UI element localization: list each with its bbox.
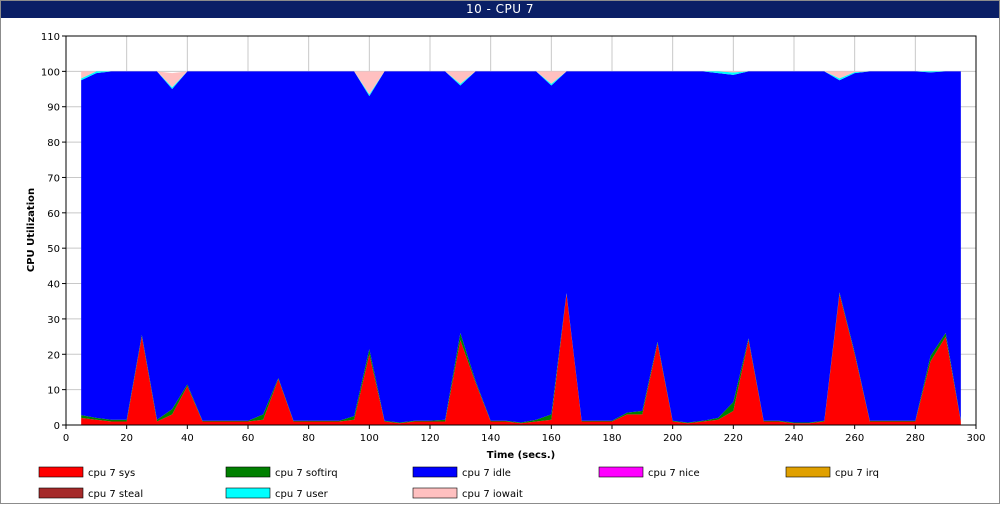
x-tick-label-120: 120 [420,433,439,444]
x-tick-label-260: 260 [845,433,864,444]
legend-label: cpu 7 idle [462,468,511,479]
legend-item-cpu-7-softirq: cpu 7 softirq [225,466,338,479]
y-tick-label-40: 40 [47,280,60,291]
legend-item-cpu-7-idle: cpu 7 idle [412,466,511,479]
chart-area: 0 20 40 60 80 100 120 140 160 180 200 220 240 260 280 3… [1,19,999,503]
legend-swatch [225,466,271,478]
y-tick-label-70: 70 [47,173,60,184]
y-tick-label-0: 0 [54,421,60,432]
y-tick-label-90: 90 [47,103,60,114]
chart-window: 10 - CPU 7 0 20 40 60 80 100 120 140 160 180 200 22… [0,0,1000,504]
legend-item-cpu-7-user: cpu 7 user [225,487,329,500]
x-tick-label-240: 240 [784,433,803,444]
x-tick-label-300: 300 [966,433,985,444]
legend-label: cpu 7 sys [88,468,135,479]
legend-label: cpu 7 irq [835,468,879,479]
legend-swatch [225,487,271,499]
legend-swatch [412,487,458,499]
y-tick-label-60: 60 [47,209,60,220]
area-layer [81,71,961,425]
area-cpu-7-idle [81,71,961,423]
y-tick-label-110: 110 [41,32,60,43]
x-axis-label: Time (secs.) [487,450,556,461]
x-tick-label-160: 160 [542,433,561,444]
legend-item-cpu-7-sys: cpu 7 sys [38,466,135,479]
legend-label: cpu 7 softirq [275,468,338,479]
x-tick-label-60: 60 [242,433,255,444]
legend-swatch [598,466,644,478]
legend-label: cpu 7 user [275,489,329,500]
y-tick-label-50: 50 [47,244,60,255]
legend-item-cpu-7-irq: cpu 7 irq [785,466,879,479]
cpu-utilization-chart: 0 20 40 60 80 100 120 140 160 180 200 220 240 260 280 3… [26,32,986,500]
legend-swatch [412,466,458,478]
y-tick-label-80: 80 [47,138,60,149]
y-tick-label-20: 20 [47,350,60,361]
x-tick-label-180: 180 [602,433,621,444]
y-tick-label-100: 100 [41,67,60,78]
x-tick-label-80: 80 [302,433,315,444]
legend-label: cpu 7 steal [88,489,143,500]
x-tick-label-220: 220 [724,433,743,444]
y-tick-label-10: 10 [47,386,60,397]
legend-label: cpu 7 iowait [462,489,523,500]
legend-label: cpu 7 nice [648,468,700,479]
x-tick-label-100: 100 [360,433,379,444]
legend-swatch [38,466,84,478]
legend-item-cpu-7-iowait: cpu 7 iowait [412,487,523,500]
legend-swatch [785,466,831,478]
x-tick-label-140: 140 [481,433,500,444]
x-tick-label-40: 40 [181,433,194,444]
legend-item-cpu-7-steal: cpu 7 steal [38,487,143,500]
legend-item-cpu-7-nice: cpu 7 nice [598,466,700,479]
y-tick-label-30: 30 [47,315,60,326]
y-axis-label: CPU Utilization [26,188,37,272]
window-title: 10 - CPU 7 [1,1,999,18]
x-tick-label-200: 200 [663,433,682,444]
legend-swatch [38,487,84,499]
x-tick-label-0: 0 [63,433,69,444]
x-tick-label-20: 20 [120,433,133,444]
legend: cpu 7 sys cpu 7 softirq cpu 7 idle cpu 7 ni… [38,466,879,500]
x-tick-label-280: 280 [906,433,925,444]
